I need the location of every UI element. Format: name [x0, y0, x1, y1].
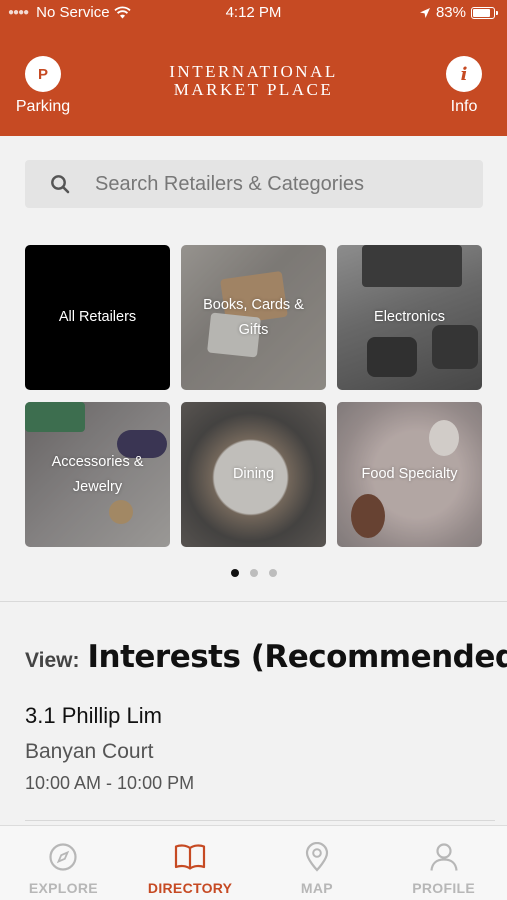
pager-dot-1[interactable]: [230, 569, 239, 577]
directory-list: View: Interests (Recommended) 3.1 Philli…: [0, 603, 507, 825]
info-label: Info: [450, 98, 478, 115]
section-divider: [0, 601, 507, 602]
pager-dot-3[interactable]: [268, 569, 277, 577]
category-grid: All Retailers Books, Cards & Gifts Elect…: [25, 245, 483, 547]
nav-map[interactable]: MAP: [254, 826, 381, 900]
category-tile-food-specialty[interactable]: Food Specialty: [337, 402, 482, 547]
info-button[interactable]: i Info: [424, 56, 504, 116]
battery-percent: 83%: [435, 4, 466, 21]
row-divider: [25, 820, 495, 821]
parking-label: Parking: [15, 98, 71, 115]
view-value[interactable]: Interests (Recommended): [87, 639, 507, 675]
search-icon: [25, 174, 95, 194]
category-tile-electronics[interactable]: Electronics: [337, 245, 482, 390]
view-selector[interactable]: View: Interests (Recommended): [25, 639, 507, 675]
category-label: Accessories & Jewelry: [51, 453, 144, 495]
category-label: Electronics: [374, 309, 445, 325]
view-label: View:: [25, 649, 80, 672]
compass-icon: [49, 843, 77, 871]
search-bar[interactable]: [25, 160, 483, 208]
location-arrow-icon: [419, 7, 430, 18]
book-icon: [175, 844, 206, 870]
search-input[interactable]: [95, 172, 465, 196]
category-label: All Retailers: [58, 309, 137, 325]
map-pin-icon: [305, 842, 328, 872]
category-label: Food Specialty: [361, 466, 458, 482]
status-bar: ●●●● No Service 4:12 PM 83%: [0, 4, 507, 26]
nav-profile[interactable]: PROFILE: [380, 826, 507, 900]
category-tile-dining[interactable]: Dining: [181, 402, 326, 547]
nav-label: DIRECTORY: [147, 880, 233, 896]
category-tile-all-retailers[interactable]: All Retailers: [25, 245, 170, 390]
battery-icon: [471, 6, 498, 19]
info-icon: i: [446, 56, 482, 92]
carousel-pager[interactable]: [0, 569, 507, 577]
store-name: 3.1 Phillip Lim: [25, 703, 162, 728]
nav-explore[interactable]: EXPLORE: [0, 826, 127, 900]
category-label: Books, Cards & Gifts: [203, 296, 304, 338]
category-tile-accessories-jewelry[interactable]: Accessories & Jewelry: [25, 402, 170, 547]
pager-dot-2[interactable]: [249, 569, 258, 577]
person-icon: [430, 843, 458, 871]
category-tile-books-cards-gifts[interactable]: Books, Cards & Gifts: [181, 245, 326, 390]
store-hours: 10:00 AM - 10:00 PM: [25, 773, 195, 793]
nav-label: EXPLORE: [28, 880, 98, 896]
store-location: Banyan Court: [25, 740, 154, 763]
nav-directory[interactable]: DIRECTORY: [127, 826, 254, 900]
app-header: ●●●● No Service 4:12 PM 83% P Parking IN…: [0, 0, 507, 136]
nav-label: MAP: [300, 880, 333, 896]
nav-label: PROFILE: [412, 880, 476, 896]
battery-fill: [473, 8, 490, 17]
bottom-nav: EXPLORE DIRECTORY MAP PROFILE: [0, 825, 507, 900]
category-label: Dining: [232, 466, 275, 482]
